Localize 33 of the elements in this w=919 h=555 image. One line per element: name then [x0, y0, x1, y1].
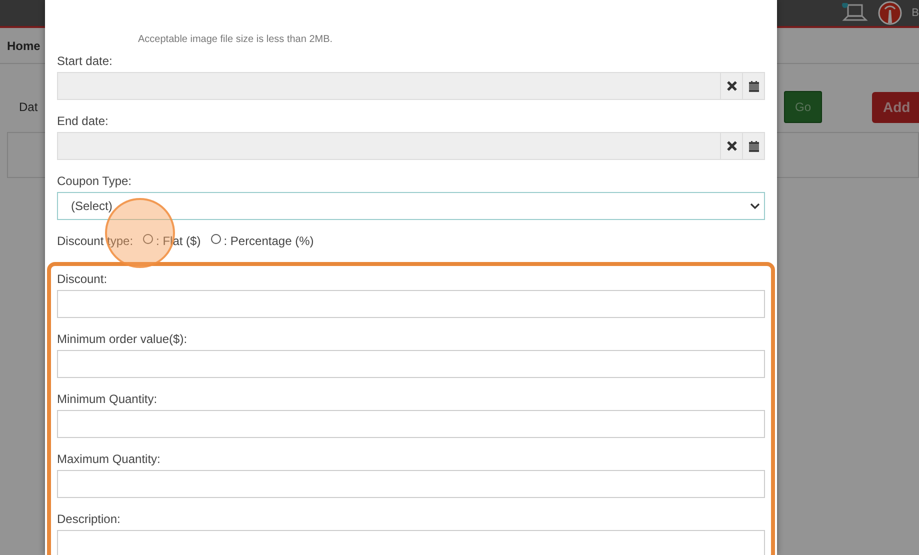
- select-field[interactable]: (Select): [57, 192, 765, 220]
- text-field[interactable]: [57, 530, 765, 555]
- calendar-icon: [748, 140, 758, 152]
- field-label: Description:: [57, 511, 122, 528]
- field-label: Discount type:: [57, 233, 134, 250]
- radio-label[interactable]: : Flat ($): [156, 232, 201, 250]
- select-value: (Select): [71, 198, 112, 215]
- radio-button[interactable]: [210, 234, 221, 244]
- avatar-icon[interactable]: [878, 1, 902, 25]
- text-field[interactable]: [57, 470, 765, 498]
- field-label: Minimum Quantity:: [57, 391, 158, 408]
- text-field[interactable]: [57, 410, 765, 438]
- date-field[interactable]: [57, 132, 765, 160]
- radio-label[interactable]: : Percentage (%): [224, 232, 314, 250]
- close-icon: [726, 81, 736, 91]
- field-label: Maximum Quantity:: [57, 451, 162, 468]
- chevron-down-icon: [750, 202, 760, 210]
- user-name[interactable]: B: [912, 4, 919, 22]
- text-field[interactable]: [57, 290, 765, 318]
- date-label: Dat: [19, 99, 38, 116]
- field-label: Coupon Type:: [57, 173, 133, 190]
- laptop-icon[interactable]: [842, 3, 868, 23]
- field-label: Minimum order value($):: [57, 331, 188, 348]
- text-field[interactable]: [57, 350, 765, 378]
- date-field[interactable]: [57, 72, 765, 100]
- home-link[interactable]: Home: [7, 36, 40, 54]
- field-label: Discount:: [57, 271, 108, 288]
- close-icon: [726, 141, 736, 151]
- file-size-hint: Acceptable image file size is less than 2MB.: [137, 33, 334, 47]
- field-label: Start date:: [57, 53, 114, 70]
- radio-button[interactable]: [143, 234, 154, 244]
- field-label: End date:: [57, 113, 110, 130]
- calendar-icon: [748, 80, 758, 92]
